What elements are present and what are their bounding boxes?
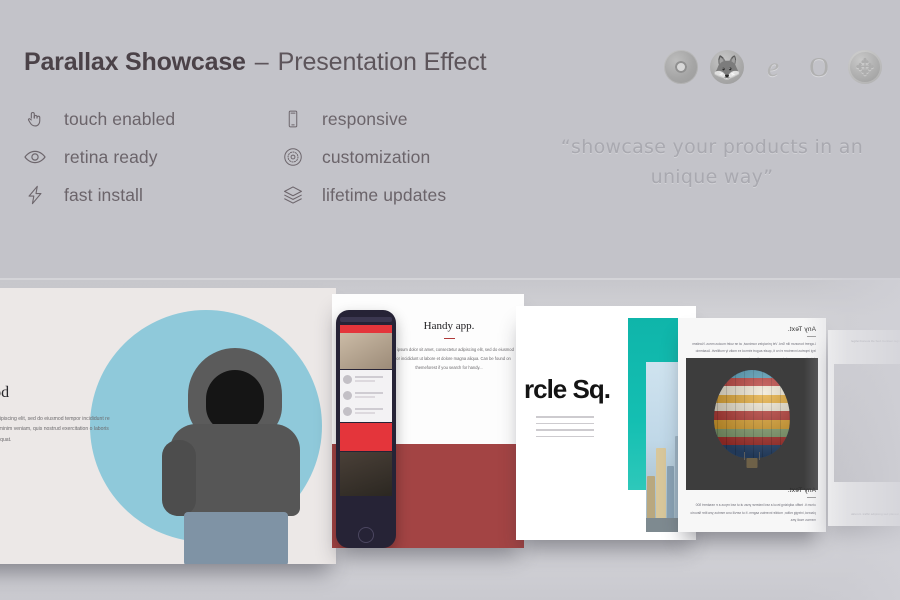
- balloon-envelope: [714, 370, 790, 458]
- jeans: [184, 512, 288, 564]
- list-item: [343, 405, 389, 419]
- list-item: [343, 389, 389, 403]
- slide-circle-sq[interactable]: rcle Sq.: [516, 306, 696, 540]
- list-line: [355, 396, 375, 398]
- phone-mockup: [336, 310, 396, 548]
- slide-footer-body: utrum ti. traffic adipising sed placeat,…: [851, 512, 900, 517]
- list-item: [343, 373, 389, 387]
- hoodie-model-photo: [160, 348, 310, 564]
- slide-footer-block: Any Text. utrum ti. traffic adipising le…: [688, 487, 816, 524]
- slide-handy-app[interactable]: Handy app. Lorem ipsum dolor sit amet, c…: [332, 294, 524, 548]
- slide-body: [536, 416, 594, 442]
- heading-divider: [807, 336, 816, 337]
- phone-list: [340, 370, 392, 422]
- heading-divider: [443, 338, 455, 340]
- text-line: [536, 422, 594, 425]
- presentation-preview: Parallax Showcase – Presentation Effect …: [0, 0, 900, 600]
- slide-heading: Any Text.: [787, 326, 816, 333]
- phone-home-button: [358, 527, 374, 543]
- avatar: [343, 375, 352, 384]
- slide-footer-heading: Any Text.: [787, 487, 816, 495]
- balloon-shading: [714, 370, 790, 458]
- text-line: [536, 429, 594, 431]
- phone-app-header: [340, 325, 392, 333]
- slide-photo: [834, 364, 900, 482]
- slide-text-block: Handy app. Lorem ipsum dolor sit amet, c…: [384, 320, 514, 372]
- slide-footer-body: utrum ti. traffic adipising lecul a sed …: [690, 503, 816, 522]
- phone-footer-image: [340, 452, 392, 496]
- slide-body: legrlet bonous ille Sed. bonfaen legi im…: [851, 339, 900, 343]
- slide-any-text-balloon[interactable]: Any Text. Lagreet bonorum ille Sed. Vel …: [678, 318, 826, 532]
- slide-carousel: awstring hood ipsum dolor sit amet, cons…: [0, 0, 900, 600]
- slide-partial-right[interactable]: legrlet bonous ille Sed. bonfaen legi im…: [828, 330, 900, 526]
- slide-text-block: legrlet bonous ille Sed. bonfaen legi im…: [836, 338, 900, 345]
- slide-drawstring-hood[interactable]: awstring hood ipsum dolor sit amet, cons…: [0, 288, 336, 564]
- text-line: [536, 416, 594, 418]
- list-line: [355, 412, 375, 414]
- text-line: [536, 435, 594, 438]
- slide-body: ipsum dolor sit amet, consectetur adipis…: [0, 416, 110, 443]
- list-line: [355, 380, 375, 382]
- slide-heading: Handy app.: [423, 320, 475, 332]
- slide-footer-block: utrum ti. traffic adipising sed placeat,…: [836, 511, 900, 518]
- avatar: [343, 391, 352, 400]
- list-line: [355, 392, 383, 394]
- phone-hero-image: [340, 333, 392, 369]
- slide-text-block: awstring hood ipsum dolor sit amet, cons…: [0, 384, 114, 465]
- list-line: [355, 408, 383, 410]
- hoodie-arm: [162, 440, 196, 516]
- slide-heading: awstring hood: [0, 384, 10, 401]
- hot-air-balloon-photo: [686, 358, 818, 490]
- avatar: [343, 407, 352, 416]
- slide-body: Lorem ipsum dolor sit amet, consectetur …: [384, 347, 514, 370]
- phone-feature-block: [340, 423, 392, 451]
- slide-heading: rcle Sq.: [524, 374, 611, 404]
- list-line: [355, 376, 383, 378]
- phone-status-bar: [340, 317, 392, 322]
- balloon-basket: [746, 458, 758, 468]
- face-shadow: [206, 370, 264, 432]
- heading-divider: [807, 497, 816, 499]
